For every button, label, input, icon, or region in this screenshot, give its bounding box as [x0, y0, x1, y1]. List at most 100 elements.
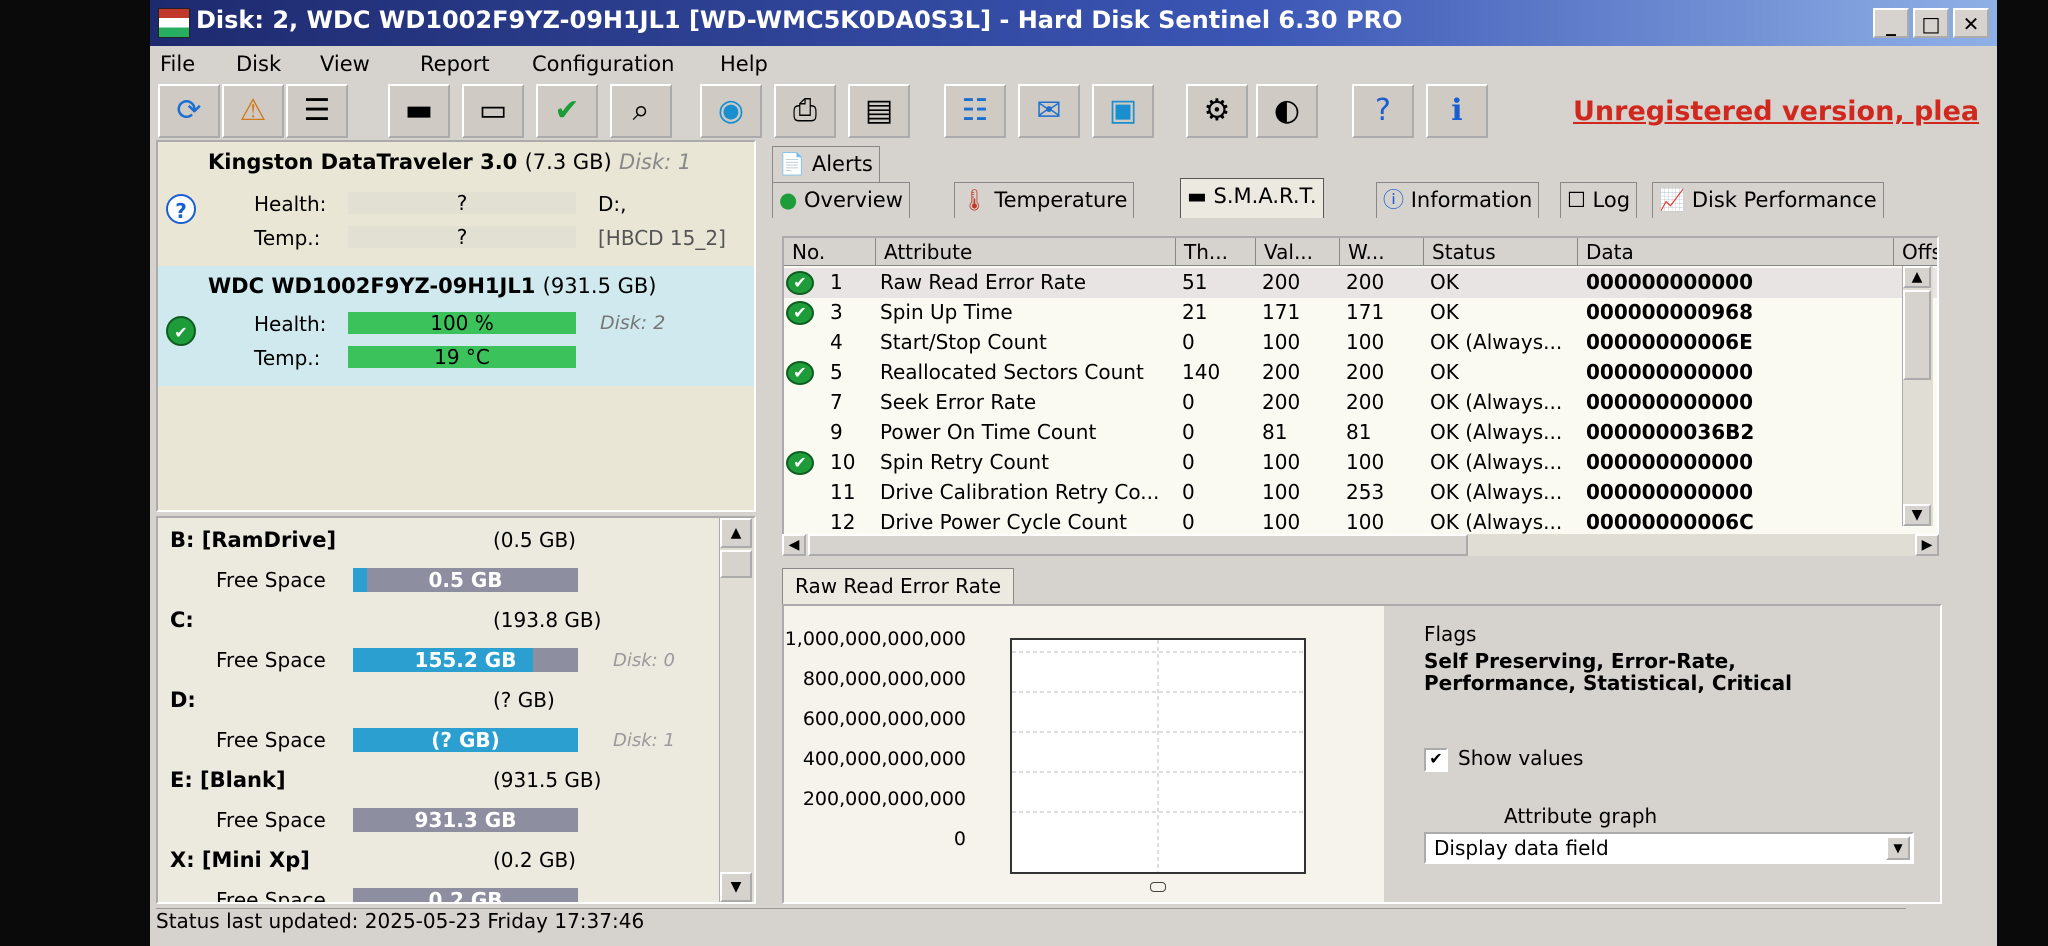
info-icon: ⓘ [1383, 188, 1404, 212]
menu-report[interactable]: Report [420, 52, 490, 76]
tab-information[interactable]: ⓘ Information [1376, 182, 1540, 218]
volume-item[interactable]: C: (193.8 GB) Free Space 155.2 GB Disk: … [158, 598, 714, 678]
health-label: Health: [254, 192, 327, 216]
disk-item-kingston[interactable]: Kingston DataTraveler 3.0 (7.3 GB) Disk:… [158, 142, 754, 262]
table-row[interactable]: ✔ 10 Spin Retry Count 0 100 100 OK (Always... 0… [784, 448, 1937, 478]
table-row[interactable]: 4 Start/Stop Count 0 100 100 OK (Always... 000… [784, 328, 1937, 358]
cell-attr: Start/Stop Count [880, 330, 1047, 354]
refresh-icon[interactable]: ⟳ [158, 84, 220, 138]
menu-configuration[interactable]: Configuration [532, 52, 674, 76]
menu-help[interactable]: Help [720, 52, 768, 76]
disk-schedule-icon[interactable]: ▭ [462, 84, 524, 138]
cell-status: OK (Always... [1430, 330, 1563, 354]
tab-temperature[interactable]: 🌡 Temperature [954, 182, 1135, 218]
cell-val: 200 [1262, 360, 1301, 384]
app-window: Disk: 2, WDC WD1002F9YZ-09H1JL1 [WD-WMC5… [150, 0, 1997, 946]
col-header-threshold[interactable]: Th... [1176, 238, 1256, 266]
disk-check-icon[interactable]: ✔ [536, 84, 598, 138]
col-header-attribute[interactable]: Attribute [876, 238, 1176, 266]
scroll-down-icon[interactable]: ▼ [1903, 504, 1931, 526]
tab-disk-performance[interactable]: 📈 Disk Performance [1652, 182, 1884, 218]
table-row[interactable]: ✔ 5 Reallocated Sectors Count 140 200 200 OK 00… [784, 358, 1937, 388]
cell-w: 200 [1346, 360, 1385, 384]
menu-view[interactable]: View [320, 52, 370, 76]
unregistered-link[interactable]: Unregistered version, plea [1573, 96, 1979, 127]
maximize-button[interactable]: □ [1913, 8, 1949, 38]
network-icon[interactable]: ◉ [700, 84, 762, 138]
printer-icon[interactable]: ⎙ [774, 84, 836, 138]
table-row[interactable]: ✔ 3 Spin Up Time 21 171 171 OK 000000000968 [784, 298, 1937, 328]
scroll-up-icon[interactable]: ▲ [720, 518, 752, 548]
disk-item-wdc[interactable]: WDC WD1002F9YZ-09H1JL1 (931.5 GB) ✔ Heal… [158, 266, 754, 386]
scroll-left-icon[interactable]: ◀ [782, 534, 806, 556]
col-header-no[interactable]: No. [784, 238, 876, 266]
col-header-offset[interactable]: Offs [1894, 238, 1937, 266]
app-icon[interactable] [158, 8, 190, 38]
volume-item[interactable]: B: [RamDrive] (0.5 GB) Free Space 0.5 GB [158, 518, 714, 598]
close-button[interactable]: ✕ [1953, 8, 1989, 38]
attribute-graph-select[interactable]: Display data field ▼ [1424, 832, 1914, 864]
log-icon: ☐ [1567, 188, 1586, 212]
title-bar[interactable]: Disk: 2, WDC WD1002F9YZ-09H1JL1 [WD-WMC5… [150, 0, 1997, 46]
question-icon: ? [166, 194, 196, 224]
tab-raw-read-error-rate[interactable]: Raw Read Error Rate [782, 568, 1015, 605]
free-space-value: 155.2 GB [414, 648, 517, 672]
col-header-status[interactable]: Status [1424, 238, 1578, 266]
scroll-thumb[interactable] [1903, 290, 1931, 380]
attribute-graph-panel: 1,000,000,000,000 800,000,000,000 600,00… [782, 604, 1942, 904]
table-row[interactable]: 11 Drive Calibration Retry Co... 0 100 253 OK… [784, 478, 1937, 508]
report-icon[interactable]: ☰ [286, 84, 348, 138]
monitor-icon[interactable]: ▣ [1092, 84, 1154, 138]
info-icon[interactable]: ℹ [1426, 84, 1488, 138]
smart-hscrollbar[interactable]: ◀ ▶ [782, 534, 1939, 556]
settings-icon[interactable]: ⚙ [1186, 84, 1248, 138]
disk-search-icon[interactable]: ⌕ [610, 84, 672, 138]
minimize-button[interactable]: _ [1873, 8, 1909, 38]
graph-plot-area [1010, 638, 1306, 874]
scroll-down-icon[interactable]: ▼ [720, 872, 752, 902]
menu-file[interactable]: File [160, 52, 195, 76]
cell-data: 0000000036B2 [1586, 420, 1755, 444]
volume-item[interactable]: X: [Mini Xp] (0.2 GB) Free Space 0.2 GB [158, 838, 714, 904]
tab-alerts[interactable]: 📄 Alerts [772, 146, 880, 182]
cell-w: 200 [1346, 270, 1385, 294]
free-space-label: Free Space [216, 888, 326, 904]
mail-icon[interactable]: ✉ [1018, 84, 1080, 138]
table-row[interactable]: 9 Power On Time Count 0 81 81 OK (Always... 00… [784, 418, 1937, 448]
volume-scrollbar[interactable]: ▲ ▼ [719, 518, 754, 902]
volume-item[interactable]: D: (? GB) Free Space (? GB) Disk: 1 [158, 678, 714, 758]
col-header-value[interactable]: Val... [1256, 238, 1340, 266]
cell-th: 140 [1182, 360, 1221, 384]
smart-scrollbar[interactable]: ▲ ▼ [1902, 266, 1933, 526]
tab-overview[interactable]: ● Overview [772, 182, 910, 218]
show-values-checkbox[interactable]: ✔ [1424, 748, 1448, 772]
temp-bar: ? [348, 226, 576, 248]
scroll-thumb[interactable] [720, 550, 752, 578]
table-row[interactable]: ✔ 1 Raw Read Error Rate 51 200 200 OK 000000000… [784, 268, 1937, 298]
tab-log[interactable]: ☐ Log [1560, 182, 1638, 218]
show-values-label[interactable]: Show values [1458, 746, 1583, 770]
menu-disk[interactable]: Disk [236, 52, 281, 76]
cell-no: 9 [830, 420, 843, 444]
table-row[interactable]: 7 Seek Error Rate 0 200 200 OK (Always... 0000… [784, 388, 1937, 418]
col-header-data[interactable]: Data [1578, 238, 1894, 266]
smart-table[interactable]: No. Attribute Th... Val... W... Status D… [782, 236, 1939, 552]
scroll-thumb[interactable] [808, 534, 1468, 556]
cell-attr: Spin Retry Count [880, 450, 1049, 474]
cell-val: 100 [1262, 330, 1301, 354]
help-icon[interactable]: ? [1352, 84, 1414, 138]
notes-icon[interactable]: ☷ [944, 84, 1006, 138]
server-icon[interactable]: ▤ [848, 84, 910, 138]
alert-icon[interactable]: ⚠ [222, 84, 284, 138]
volume-item[interactable]: E: [Blank] (931.5 GB) Free Space 931.3 G… [158, 758, 714, 838]
col-header-worst[interactable]: W... [1340, 238, 1424, 266]
tab-smart[interactable]: ▬ S.M.A.R.T. [1180, 178, 1324, 218]
cell-attr: Drive Power Cycle Count [880, 510, 1127, 534]
chevron-down-icon[interactable]: ▼ [1886, 836, 1910, 860]
details-pane: 📄 Alerts ● Overview 🌡 Temperature ▬ S.M.… [772, 140, 1994, 920]
scroll-up-icon[interactable]: ▲ [1903, 266, 1931, 288]
disk-size: (7.3 GB) [524, 150, 612, 174]
scroll-right-icon[interactable]: ▶ [1915, 534, 1939, 556]
speaker-icon[interactable]: ◐ [1256, 84, 1318, 138]
disk-test-icon[interactable]: ▬ [388, 84, 450, 138]
